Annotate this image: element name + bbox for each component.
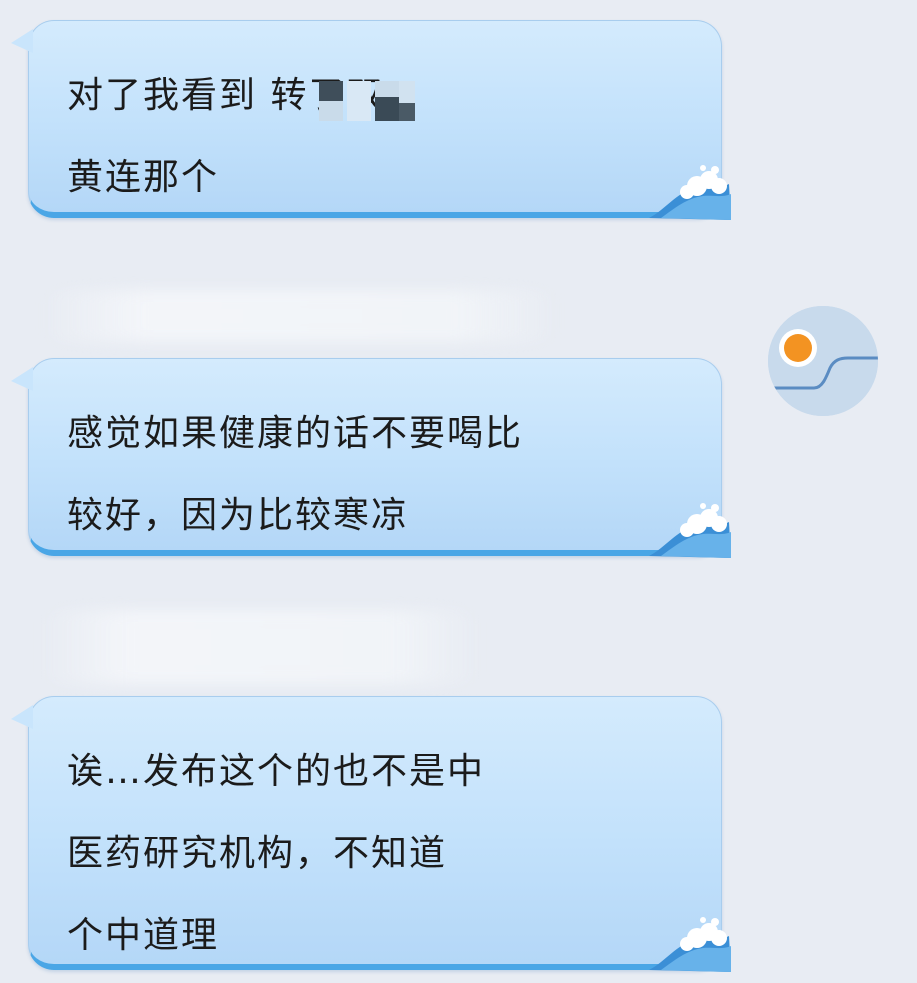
- bubble-tail: [11, 705, 33, 729]
- bubble-tail: [11, 29, 33, 53]
- censor-mosaic: [347, 81, 371, 121]
- censor-mosaic: [319, 81, 343, 121]
- wave-icon: [649, 503, 731, 558]
- avatar-placeholder-icon: [768, 306, 878, 416]
- message-text: 诶…发布这个的也不是中 医药研究机构，不知道 个中道理: [67, 751, 486, 956]
- message-bubble[interactable]: 感觉如果健康的话不要喝比 较好，因为比较寒凉: [11, 358, 731, 558]
- message-text: 感觉如果健康的话不要喝比 较好，因为比较寒凉: [67, 413, 524, 536]
- message-bubble[interactable]: 对了我看到 转了双 黄连那个: [11, 20, 731, 220]
- censor-mosaic: [399, 81, 415, 121]
- redacted-sender-name: [40, 610, 480, 684]
- wave-icon: [649, 165, 731, 220]
- bubble-tail: [11, 367, 33, 391]
- wave-icon: [649, 917, 731, 972]
- message-bubble[interactable]: 诶…发布这个的也不是中 医药研究机构，不知道 个中道理: [11, 696, 731, 972]
- redacted-sender-name: [40, 290, 560, 342]
- avatar[interactable]: [768, 306, 878, 416]
- censor-mosaic: [375, 81, 399, 121]
- message-text: 对了我看到 转了双 黄连那个: [67, 75, 382, 198]
